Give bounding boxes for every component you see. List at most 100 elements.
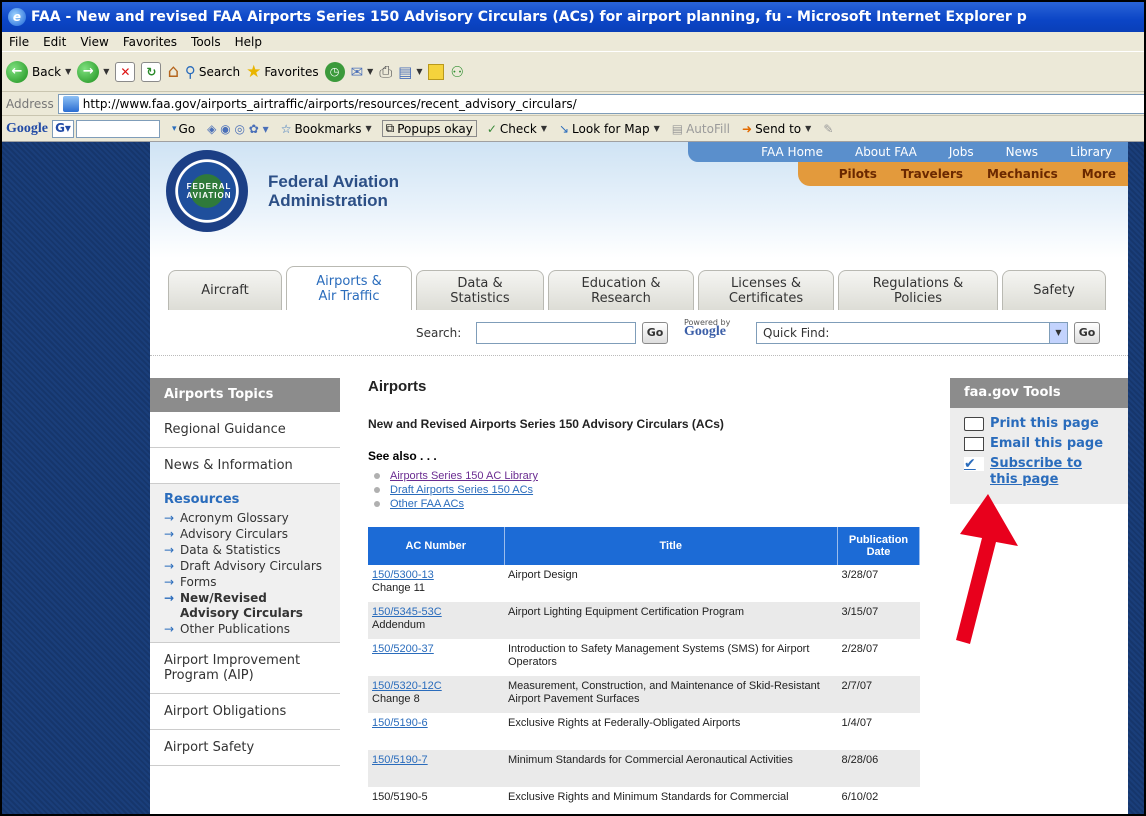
forward-button[interactable]: → ▼ <box>77 60 109 83</box>
ac-number-link[interactable]: 150/5190-6 <box>372 717 428 729</box>
nav-about-faa[interactable]: About FAA <box>839 145 933 159</box>
check-label: Check <box>499 121 537 136</box>
ac-number-link[interactable]: 150/5200-37 <box>372 643 434 655</box>
ac-title-cell: Minimum Standards for Commercial Aeronau… <box>504 750 838 787</box>
left-nav-news-information[interactable]: News & Information <box>150 448 340 484</box>
ac-number-link[interactable]: 150/5320-12C <box>372 680 442 692</box>
menu-tools[interactable]: Tools <box>184 35 228 49</box>
arrow-right-icon: → <box>164 622 175 636</box>
left-nav-new-revised-acs[interactable]: → New/Revised Advisory Circulars <box>164 591 326 621</box>
menu-file[interactable]: File <box>2 35 36 49</box>
address-label: Address <box>6 96 54 111</box>
google-search-input[interactable] <box>76 119 160 138</box>
link-ac-library[interactable]: Airports Series 150 AC Library <box>390 469 538 483</box>
menu-favorites[interactable]: Favorites <box>116 35 184 49</box>
bookmarks-button[interactable]: ☆ Bookmarks ▼ <box>275 122 378 136</box>
look-for-map-button[interactable]: ↘ Look for Map ▼ <box>553 122 666 136</box>
left-nav-advisory-circulars[interactable]: → Advisory Circulars <box>164 527 326 542</box>
nav-travelers[interactable]: Travelers <box>889 167 975 181</box>
quick-find-go-button[interactable]: Go <box>1074 322 1100 344</box>
nav-more[interactable]: More <box>1070 167 1128 181</box>
site-search-input[interactable] <box>476 322 636 344</box>
ac-number-link[interactable]: 150/5345-53C <box>372 606 442 618</box>
discuss-button[interactable] <box>428 63 445 80</box>
google-go-button[interactable]: ▾ Go <box>166 122 201 136</box>
edit-button[interactable]: ▤ ▼ <box>398 63 422 81</box>
left-nav-forms[interactable]: → Forms <box>164 575 326 590</box>
popup-blocker-button[interactable]: ⧉ Popups okay <box>381 120 477 137</box>
link-draft-acs[interactable]: Draft Airports Series 150 ACs <box>390 483 533 497</box>
send-to-button[interactable]: ➜ Send to ▼ <box>736 122 817 136</box>
left-nav-aip[interactable]: Airport Improvement Program (AIP) <box>150 643 340 694</box>
resources-heading: Resources <box>164 492 240 507</box>
link-label: Draft Advisory Circulars <box>180 559 323 573</box>
printer-icon <box>964 417 984 431</box>
ac-number-link[interactable]: 150/5300-13 <box>372 569 434 581</box>
print-page-link[interactable]: Print this page <box>950 414 1128 434</box>
tab-safety[interactable]: Safety <box>1002 270 1106 310</box>
link-label: Forms <box>180 575 217 589</box>
autofill-button[interactable]: ▤ AutoFill <box>666 122 736 136</box>
home-button[interactable]: ⌂ <box>167 61 178 82</box>
left-nav-draft-advisory-circulars[interactable]: → Draft Advisory Circulars <box>164 559 326 574</box>
ie-logo-icon: e <box>8 8 26 26</box>
nav-news[interactable]: News <box>990 145 1054 159</box>
menu-view[interactable]: View <box>73 35 115 49</box>
ac-number-cell: 150/5320-12C Change 8 <box>368 676 504 713</box>
print-label: Print this page <box>990 416 1099 431</box>
history-button[interactable]: ◷ <box>324 61 345 82</box>
nav-pilots[interactable]: Pilots <box>827 167 889 181</box>
back-button[interactable]: ← Back ▼ <box>6 60 71 83</box>
highlight-button[interactable]: ✎ <box>817 122 839 136</box>
tab-airports-air-traffic[interactable]: Airports & Air Traffic <box>286 266 412 310</box>
ac-number-cell: 150/5190-5 <box>368 787 504 814</box>
favorites-button[interactable]: ★ Favorites <box>246 62 318 82</box>
ac-number-link[interactable]: 150/5190-7 <box>372 754 428 766</box>
home-icon: ⌂ <box>167 61 179 82</box>
google-menu-button[interactable]: G▾ <box>52 119 74 138</box>
see-also-heading: See also . . . <box>368 449 437 463</box>
print-button[interactable]: ⎙ <box>379 62 392 82</box>
arrow-right-icon: → <box>164 543 175 557</box>
nav-mechanics[interactable]: Mechanics <box>975 167 1070 181</box>
quick-find-select[interactable]: Quick Find: ▼ <box>756 322 1068 344</box>
ac-date-cell: 2/7/07 <box>837 676 920 713</box>
left-nav-airport-obligations[interactable]: Airport Obligations <box>150 694 340 730</box>
left-nav-airport-safety[interactable]: Airport Safety <box>150 730 340 766</box>
agency-name[interactable]: Federal Aviation Administration <box>268 172 399 210</box>
tab-regulations-policies[interactable]: Regulations & Policies <box>838 270 998 310</box>
refresh-button[interactable]: ↻ <box>141 61 162 82</box>
nav-library[interactable]: Library <box>1054 145 1128 159</box>
link-label: Acronym Glossary <box>180 511 289 525</box>
nav-jobs[interactable]: Jobs <box>933 145 990 159</box>
ac-title-cell: Exclusive Rights and Minimum Standards f… <box>508 791 789 803</box>
mail-button[interactable]: ✉ ▼ <box>351 63 374 81</box>
ac-date-cell: 3/15/07 <box>837 602 920 639</box>
nav-faa-home[interactable]: FAA Home <box>745 145 839 159</box>
tab-data-statistics[interactable]: Data & Statistics <box>416 270 544 310</box>
tab-licenses-certificates[interactable]: Licenses & Certificates <box>698 270 834 310</box>
tab-education-research[interactable]: Education & Research <box>548 270 694 310</box>
ac-title-cell: Measurement, Construction, and Maintenan… <box>504 676 838 713</box>
left-nav-other-publications[interactable]: → Other Publications <box>164 622 326 637</box>
tab-label: Statistics <box>450 290 510 306</box>
address-input[interactable]: http://www.faa.gov/airports_airtraffic/a… <box>57 93 1144 114</box>
tab-aircraft[interactable]: Aircraft <box>168 270 282 310</box>
menu-help[interactable]: Help <box>228 35 269 49</box>
list-item: Airports Series 150 AC Library <box>374 469 928 483</box>
chevron-down-icon: ▾ <box>172 123 177 134</box>
left-nav-data-statistics[interactable]: → Data & Statistics <box>164 543 326 558</box>
messenger-button[interactable]: ⚇ <box>450 63 463 81</box>
left-nav-regional-guidance[interactable]: Regional Guidance <box>150 412 340 448</box>
spellcheck-button[interactable]: ✓ Check ▼ <box>481 122 553 136</box>
stop-button[interactable]: ✕ <box>115 61 136 82</box>
popups-label: Popups okay <box>397 121 473 136</box>
menu-edit[interactable]: Edit <box>36 35 73 49</box>
link-other-faa-acs[interactable]: Other FAA ACs <box>390 497 464 511</box>
search-button[interactable]: ⚲ Search <box>185 63 240 81</box>
left-nav-acronym-glossary[interactable]: → Acronym Glossary <box>164 511 326 526</box>
search-go-button[interactable]: Go <box>642 322 668 344</box>
subscribe-link[interactable]: ✔ Subscribe to this page <box>950 454 1128 490</box>
google-extra-icons[interactable]: ◈ ◉ ◎ ✿ ▾ <box>201 122 275 136</box>
email-page-link[interactable]: Email this page <box>950 434 1128 454</box>
